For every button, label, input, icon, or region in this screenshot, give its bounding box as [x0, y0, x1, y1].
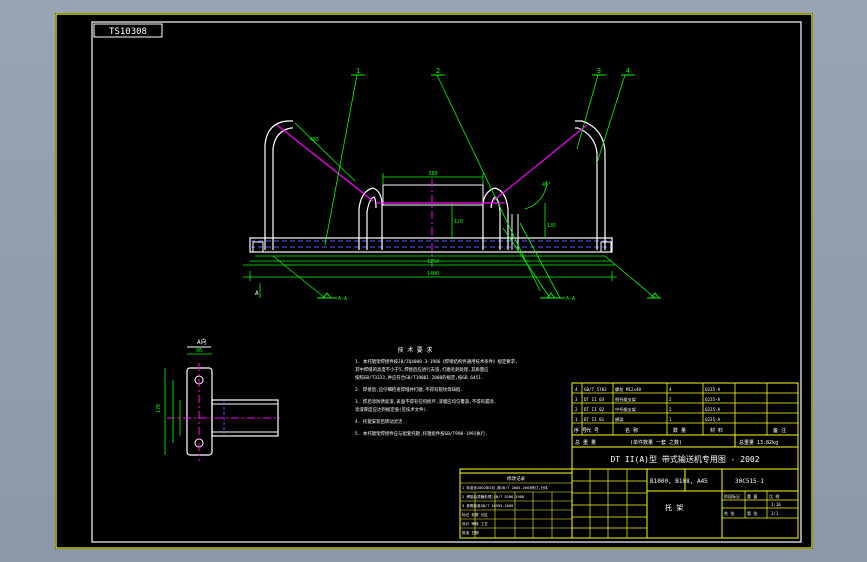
svg-text:代 号: 代 号	[586, 427, 599, 434]
svg-text:名 称: 名 称	[625, 427, 638, 434]
svg-text:1400: 1400	[427, 271, 439, 277]
notes-title: 技 术 要 求	[398, 346, 433, 354]
a-view-dims	[164, 353, 212, 455]
code-box-text: TS10308	[109, 27, 147, 37]
svg-text:4: 4	[669, 387, 672, 392]
svg-text:数 量: 数 量	[673, 427, 686, 434]
cad-viewport[interactable]: TS10308 1 2 3 4 380 120 465 45° 135 1250…	[0, 0, 867, 562]
note-line: 其中焊缝的高度不小于5,焊接后应进行去渣,打磨毛刺处理,其质量应	[355, 366, 489, 373]
svg-text:第 张: 第 张	[747, 510, 757, 516]
series-title: DT II(A)型 带式输送机专用图 - 2002	[610, 454, 759, 464]
svg-text:螺栓 M12×40: 螺栓 M12×40	[615, 386, 642, 393]
drawing-frame	[91, 21, 802, 543]
svg-text:材 料: 材 料	[710, 427, 723, 434]
svg-text:GB/T 5783: GB/T 5783	[584, 387, 607, 392]
svg-text:1:10: 1:10	[771, 502, 781, 507]
svg-text:横梁: 横梁	[615, 416, 624, 423]
note-line: 4. 托辊安装后转动灵活.	[355, 418, 405, 425]
revision-table: 修改记录 1 标准化2002年5月,按JB/T 2003-2003修订,分体 2…	[459, 472, 573, 539]
center-roller	[382, 184, 484, 206]
part-name: 托 架	[665, 503, 683, 512]
svg-text:120: 120	[454, 219, 463, 225]
note-line: 5. 本托辊架焊接件应与配套托辊,托辊组件按GB/T990-1991执行.	[355, 430, 488, 437]
svg-text:标记 处数 分区: 标记 处数 分区	[462, 512, 488, 517]
part-number-tags: 1 2 3 4	[351, 67, 635, 76]
svg-text:1 标准化2002年5月,按JB/T 2003-2003修订: 1 标准化2002年5月,按JB/T 2003-2003修订,分体	[462, 485, 548, 490]
svg-text:A-A: A-A	[338, 296, 347, 302]
parts-list: 4 GB/T 5783 螺栓 M12×40 4 Q235-A 3 DT II 0…	[571, 382, 799, 436]
svg-text:3: 3	[575, 397, 578, 402]
svg-text:(单件数量 一套 之数): (单件数量 一套 之数)	[630, 439, 682, 446]
weld-symbols: A-A A-A	[317, 292, 661, 302]
total-weight: 总重量 13.82kg	[739, 439, 778, 446]
dimensions	[243, 74, 656, 299]
svg-text:1/1: 1/1	[771, 511, 779, 516]
svg-text:批准 日期: 批准 日期	[462, 530, 479, 535]
tag-2: 2	[436, 67, 440, 75]
left-roller-axis	[276, 124, 374, 202]
note-line: 2. 焊接后,应仔细检查焊缝并打磨,不得有裂纹等缺陷.	[355, 386, 463, 393]
svg-text:Q235-A: Q235-A	[705, 397, 721, 402]
note-line: 3. 焊后涂防锈底漆,表面不得有任何损坏,漆膜应均匀覆盖,不得有漏涂.	[355, 398, 496, 405]
section-label: A	[255, 290, 259, 297]
tag-1: 1	[356, 67, 360, 75]
technical-notes: 技 术 要 求 1. 本托辊架焊接件按JB/ZQ4000.3-1986《焊接结构…	[355, 346, 518, 437]
a-view-detail: A向 170 90	[156, 338, 280, 461]
drawing-canvas[interactable]: TS10308 1 2 3 4 380 120 465 45° 135 1250…	[55, 13, 813, 549]
tag-3: 3	[597, 67, 601, 75]
svg-text:2 焊接后漆膜处理,GB/T 9286-1988: 2 焊接后漆膜处理,GB/T 9286-1988	[462, 494, 524, 499]
svg-text:135: 135	[547, 223, 556, 229]
svg-text:4: 4	[575, 387, 578, 392]
code-box: TS10308	[93, 23, 163, 38]
svg-text:总 重 量: 总 重 量	[575, 439, 596, 446]
note-line: 按照GB/T3323,并应符合GB/T19001-2000的规定,按GB 645…	[355, 374, 484, 381]
svg-text:1: 1	[575, 417, 578, 422]
svg-text:3 参照标准GB/T 10595-2009: 3 参照标准GB/T 10595-2009	[462, 503, 513, 508]
svg-text:侧托辊支架: 侧托辊支架	[615, 396, 636, 403]
svg-text:DT II 03: DT II 03	[584, 397, 605, 402]
cross-beam	[249, 237, 613, 253]
svg-text:修改记录: 修改记录	[507, 475, 525, 482]
svg-text:设计 审核 工艺: 设计 审核 工艺	[462, 521, 488, 526]
svg-text:380: 380	[428, 171, 437, 177]
svg-text:1: 1	[669, 417, 672, 422]
note-line: 1. 本托辊架焊接件按JB/ZQ4000.3-1986《焊接结构件通用技术条件》…	[355, 358, 518, 365]
svg-text:重 量: 重 量	[747, 493, 757, 499]
svg-text:共 张: 共 张	[724, 510, 734, 516]
sheet-border	[55, 13, 813, 549]
svg-text:备 注: 备 注	[773, 427, 786, 434]
right-roller-axis	[492, 124, 588, 202]
svg-text:2: 2	[669, 397, 672, 402]
svg-text:Q235-A: Q235-A	[705, 407, 721, 412]
svg-text:45°: 45°	[542, 182, 551, 188]
drawing-svg: TS10308 1 2 3 4 380 120 465 45° 135 1250…	[55, 13, 813, 549]
svg-text:比 例: 比 例	[769, 493, 779, 499]
a-view-label: A向	[197, 338, 207, 346]
svg-text:Q235-A: Q235-A	[705, 417, 721, 422]
idler-frame-view: 1 2 3 4 380 120 465 45° 135 1250 1400 A-…	[243, 67, 661, 302]
svg-text:2: 2	[575, 407, 578, 412]
svg-text:阶段标记: 阶段标记	[724, 493, 740, 499]
svg-text:465: 465	[310, 137, 319, 143]
svg-text:中托辊支架: 中托辊支架	[615, 406, 636, 413]
svg-text:A-A: A-A	[566, 296, 575, 302]
svg-text:170: 170	[156, 404, 162, 413]
note-line: 涂漆厚度应达到规定值(见技术文件).	[355, 406, 429, 413]
left-outer-bracket	[264, 120, 293, 250]
svg-text:DT II 02: DT II 02	[584, 407, 605, 412]
tag-4: 4	[626, 67, 630, 75]
svg-text:90: 90	[196, 348, 202, 354]
svg-text:DT II 01: DT II 01	[584, 417, 605, 422]
drawing-no: 30C515-1	[735, 478, 764, 485]
svg-text:Q235-A: Q235-A	[705, 387, 721, 392]
svg-text:2: 2	[669, 407, 672, 412]
model: B1000, B108, A45	[650, 478, 708, 485]
svg-text:1250: 1250	[427, 259, 439, 265]
